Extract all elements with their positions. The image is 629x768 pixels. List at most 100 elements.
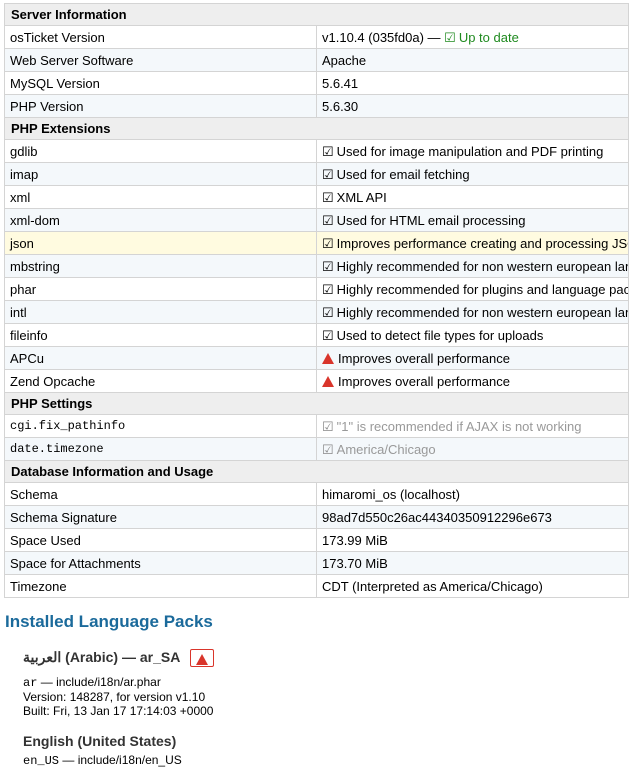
check-square-icon: ☑ [322, 235, 334, 251]
row-label: osTicket Version [4, 25, 317, 49]
row-value: ☑ XML API [316, 185, 629, 209]
row-value: 5.6.30 [316, 94, 629, 118]
row-value: 5.6.41 [316, 71, 629, 95]
table-row: mbstring ☑ Highly recommended for non wes… [4, 254, 629, 278]
check-square-icon: ☑ [322, 212, 334, 228]
language-packs-heading: Installed Language Packs [5, 612, 213, 631]
check-square-icon: ☑ [322, 258, 334, 274]
row-value: ☑ Used for email fetching [316, 162, 629, 186]
row-label: PHP Version [4, 94, 317, 118]
row-label: phar [4, 277, 317, 301]
table-row: PHP Version 5.6.30 [4, 94, 629, 118]
row-value: ☑ "1" is recommended if AJAX is not worki… [316, 414, 629, 438]
check-square-icon: ☑ [322, 189, 334, 205]
row-label: Space Used [4, 528, 317, 552]
language-pack-arabic: العربية (Arabic) — ar_SA ar — include/i1… [23, 648, 214, 718]
table-row: Zend Opcache Improves overall performanc… [4, 369, 629, 393]
row-value: ☑ Highly recommended for non western euro… [316, 254, 629, 278]
row-value: v1.10.4 (035fd0a) — ☑ Up to date [316, 25, 629, 49]
section-header-server: Server Information [4, 3, 629, 26]
table-row: Web Server Software Apache [4, 48, 629, 72]
table-row: APCu Improves overall performance [4, 346, 629, 370]
check-square-icon: ☑ [322, 304, 334, 320]
table-row: gdlib ☑ Used for image manipulation and P… [4, 139, 629, 163]
check-square-icon: ☑ [322, 327, 334, 343]
row-value: 173.99 MiB [316, 528, 629, 552]
row-value: ☑ Improves performance creating and proce… [316, 231, 629, 255]
row-label: json [4, 231, 317, 255]
table-row: phar ☑ Highly recommended for plugins and… [4, 277, 629, 301]
check-square-icon: ☑ [322, 418, 334, 434]
check-square-icon: ☑ [322, 281, 334, 297]
row-label: imap [4, 162, 317, 186]
row-value: ☑ Highly recommended for non western euro… [316, 300, 629, 324]
pack-version: Version: 148287, for version v1.10 [23, 689, 206, 704]
table-row: Space for Attachments 173.70 MiB [4, 551, 629, 575]
check-square-icon: ☑ [322, 166, 334, 182]
row-label: date.timezone [4, 437, 317, 461]
row-label: Timezone [4, 574, 317, 598]
row-label: xml [4, 185, 317, 209]
warning-icon [195, 653, 208, 665]
row-label: APCu [4, 346, 317, 370]
pack-path: — include/i18n/en_US [62, 753, 182, 767]
row-value: himaromi_os (localhost) [316, 482, 629, 506]
row-label: cgi.fix_pathinfo [4, 414, 317, 438]
row-value: CDT (Interpreted as America/Chicago) [316, 574, 629, 598]
warning-icon [322, 352, 334, 364]
row-label: MySQL Version [4, 71, 317, 95]
table-row: imap ☑ Used for email fetching [4, 162, 629, 186]
table-row: MySQL Version 5.6.41 [4, 71, 629, 95]
row-value: ☑ Highly recommended for plugins and lang… [316, 277, 629, 301]
table-row: Schema himaromi_os (localhost) [4, 482, 629, 506]
language-pack-english: English (United States) en_US — include/… [23, 733, 182, 768]
row-label: intl [4, 300, 317, 324]
row-value: ☑ America/Chicago [316, 437, 629, 461]
table-row: xml-dom ☑ Used for HTML email processing [4, 208, 629, 232]
table-row: fileinfo ☑ Used to detect file types for … [4, 323, 629, 347]
row-value: ☑ Used for image manipulation and PDF pri… [316, 139, 629, 163]
table-row: Schema Signature 98ad7d550c26ac443403509… [4, 505, 629, 529]
section-header-database: Database Information and Usage [4, 460, 629, 483]
row-value: ☑ Used for HTML email processing [316, 208, 629, 232]
pack-warning-button[interactable] [189, 648, 214, 667]
up-to-date-status: ☑ Up to date [444, 29, 519, 45]
row-label: mbstring [4, 254, 317, 278]
table-row: Timezone CDT (Interpreted as America/Chi… [4, 574, 629, 598]
pack-code: ar [23, 675, 38, 690]
row-value: Apache [316, 48, 629, 72]
check-square-icon: ☑ [322, 143, 334, 159]
language-pack-name: English (United States) [23, 733, 177, 749]
table-row: xml ☑ XML API [4, 185, 629, 209]
row-value: 98ad7d550c26ac44340350912296e673 [316, 505, 629, 529]
table-row: osTicket Version v1.10.4 (035fd0a) — ☑ Up… [4, 25, 629, 49]
row-value: ☑ Used to detect file types for uploads [316, 323, 629, 347]
system-info-table: Server Information osTicket Version v1.1… [4, 3, 629, 598]
table-row: date.timezone ☑ America/Chicago [4, 437, 629, 461]
row-label: Web Server Software [4, 48, 317, 72]
language-pack-details: ar — include/i18n/ar.phar Version: 14828… [23, 675, 214, 718]
pack-built: Built: Fri, 13 Jan 17 17:14:03 +0000 [23, 703, 214, 718]
row-label: Schema [4, 482, 317, 506]
table-row-highlighted: json ☑ Improves performance creating and … [4, 231, 629, 255]
check-square-icon: ☑ [444, 29, 456, 45]
row-value: Improves overall performance [316, 346, 629, 370]
check-square-icon: ☑ [322, 441, 334, 457]
table-row: cgi.fix_pathinfo ☑ "1" is recommended if … [4, 414, 629, 438]
pack-path: — include/i18n/ar.phar [40, 674, 161, 689]
row-label: Schema Signature [4, 505, 317, 529]
language-pack-name: العربية (Arabic) — ar_SA [23, 649, 181, 665]
table-row: intl ☑ Highly recommended for non western… [4, 300, 629, 324]
row-value: 173.70 MiB [316, 551, 629, 575]
row-label: gdlib [4, 139, 317, 163]
section-header-settings: PHP Settings [4, 392, 629, 415]
warning-icon [322, 375, 334, 387]
row-value: Improves overall performance [316, 369, 629, 393]
language-pack-title-row: العربية (Arabic) — ar_SA [23, 648, 214, 668]
row-label: fileinfo [4, 323, 317, 347]
section-header-extensions: PHP Extensions [4, 117, 629, 140]
row-label: xml-dom [4, 208, 317, 232]
table-row: Space Used 173.99 MiB [4, 528, 629, 552]
row-label: Zend Opcache [4, 369, 317, 393]
row-label: Space for Attachments [4, 551, 317, 575]
